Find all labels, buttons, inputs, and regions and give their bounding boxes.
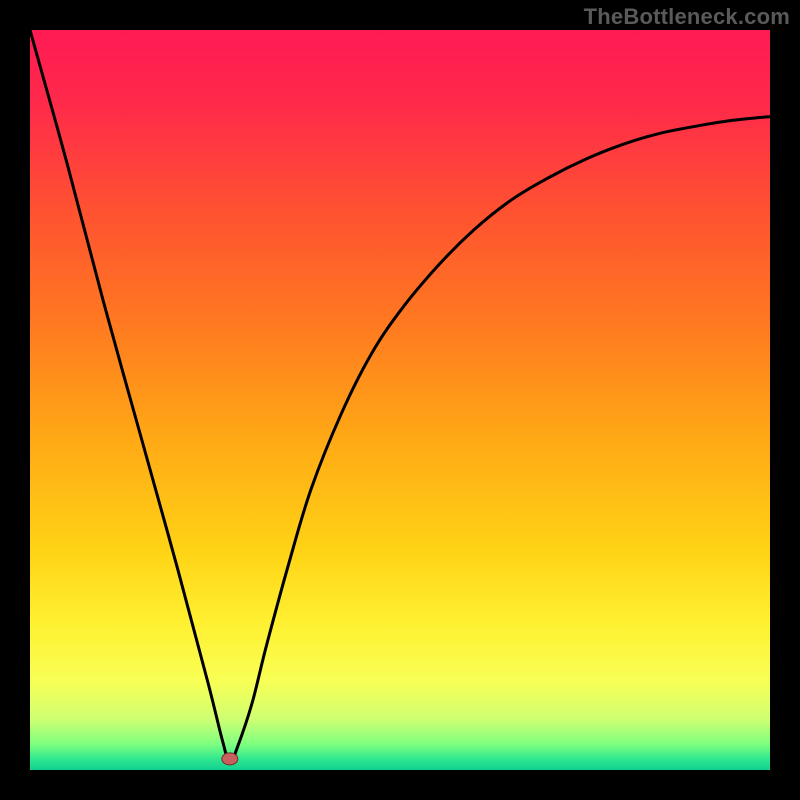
plot-svg bbox=[30, 30, 770, 770]
chart-frame: TheBottleneck.com bbox=[0, 0, 800, 800]
plot-area bbox=[30, 30, 770, 770]
optimal-point-marker bbox=[222, 753, 238, 765]
gradient-background bbox=[30, 30, 770, 770]
watermark-text: TheBottleneck.com bbox=[584, 4, 790, 30]
